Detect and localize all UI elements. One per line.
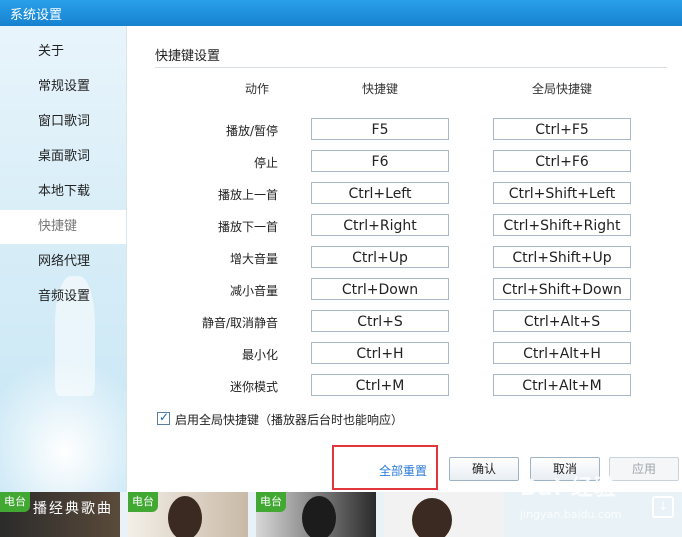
watermark-logo: Bai 经验 xyxy=(520,476,617,501)
row-label-stop: 停止 xyxy=(253,156,278,170)
radio-badge: 电台 xyxy=(128,492,158,512)
enable-global-hotkeys-label[interactable]: 启用全局快捷键（播放器后台时也能响应） xyxy=(175,411,403,428)
row-label-mute: 静音/取消静音 xyxy=(201,316,278,330)
sidebar-item-about[interactable]: 关于 xyxy=(0,35,126,69)
sidebar-item-window-lyrics[interactable]: 窗口歌词 xyxy=(0,105,126,139)
section-title: 快捷键设置 xyxy=(155,49,221,64)
title-bar[interactable]: 系统设置 xyxy=(0,0,682,26)
artist-photo xyxy=(302,496,336,537)
hotkey-field-volume-down[interactable]: Ctrl+Down xyxy=(311,278,449,300)
hotkey-field-minimize[interactable]: Ctrl+H xyxy=(311,342,449,364)
global-hotkey-field-next[interactable]: Ctrl+Shift+Right xyxy=(493,214,631,236)
artist-photo xyxy=(168,496,202,537)
row-label-minimize: 最小化 xyxy=(241,348,278,362)
station-tile[interactable]: 电台 播经典歌曲 xyxy=(0,492,120,537)
radio-badge: 电台 xyxy=(256,492,286,512)
hotkey-field-play-pause[interactable]: F5 xyxy=(311,118,449,140)
row-label-mini-mode: 迷你模式 xyxy=(229,380,278,394)
watermark-url: jingyan.baidu.com xyxy=(520,508,622,521)
global-hotkey-field-mini-mode[interactable]: Ctrl+Alt+M xyxy=(493,374,631,396)
settings-dialog: 关于 常规设置 窗口歌词 桌面歌词 本地下载 快捷键 网络代理 音频设置 快捷键… xyxy=(0,26,682,492)
checkmark-icon: ✓ xyxy=(159,410,170,424)
hotkey-field-mute[interactable]: Ctrl+S xyxy=(311,310,449,332)
settings-sidebar: 关于 常规设置 窗口歌词 桌面歌词 本地下载 快捷键 网络代理 音频设置 xyxy=(0,26,127,492)
shortcuts-panel: 快捷键设置 动作 快捷键 全局快捷键 播放/暂停 F5 Ctrl+F5 停止 F… xyxy=(127,26,682,492)
enable-global-hotkeys-checkbox[interactable]: ✓ xyxy=(157,410,170,425)
global-hotkey-field-play-pause[interactable]: Ctrl+F5 xyxy=(493,118,631,140)
global-hotkey-field-stop[interactable]: Ctrl+F6 xyxy=(493,150,631,172)
sidebar-item-desktop-lyrics[interactable]: 桌面歌词 xyxy=(0,140,126,174)
hotkey-field-mini-mode[interactable]: Ctrl+M xyxy=(311,374,449,396)
section-divider xyxy=(155,67,667,68)
hotkey-field-previous[interactable]: Ctrl+Left xyxy=(311,182,449,204)
row-label-next: 播放下一首 xyxy=(217,220,278,234)
window-title: 系统设置 xyxy=(10,8,63,23)
artist-photo xyxy=(412,498,452,537)
station-tile[interactable]: 电台 xyxy=(256,492,376,537)
station-tile-text: 播经典歌曲 xyxy=(33,501,113,517)
sidebar-item-proxy[interactable]: 网络代理 xyxy=(0,245,126,279)
sidebar-item-local-download[interactable]: 本地下载 xyxy=(0,175,126,209)
global-hotkey-field-mute[interactable]: Ctrl+Alt+S xyxy=(493,310,631,332)
radio-badge: 电台 xyxy=(0,492,30,512)
hotkey-field-volume-up[interactable]: Ctrl+Up xyxy=(311,246,449,268)
hotkey-field-next[interactable]: Ctrl+Right xyxy=(311,214,449,236)
sidebar-item-general[interactable]: 常规设置 xyxy=(0,70,126,104)
column-header-action: 动作 xyxy=(244,82,269,96)
station-tile[interactable]: 电台 xyxy=(128,492,248,537)
ok-button[interactable]: 确认 xyxy=(449,457,519,481)
global-hotkey-field-volume-up[interactable]: Ctrl+Shift+Up xyxy=(493,246,631,268)
row-label-previous: 播放上一首 xyxy=(217,188,278,202)
row-label-volume-up: 增大音量 xyxy=(229,252,278,266)
row-label-play-pause: 播放/暂停 xyxy=(225,124,278,138)
baidu-jingyan-watermark: Bai 经验 jingyan.baidu.com xyxy=(520,470,680,532)
global-hotkey-field-previous[interactable]: Ctrl+Shift+Left xyxy=(493,182,631,204)
column-header-hotkey: 快捷键 xyxy=(361,82,398,96)
hotkey-field-stop[interactable]: F6 xyxy=(311,150,449,172)
global-hotkey-field-minimize[interactable]: Ctrl+Alt+H xyxy=(493,342,631,364)
sidebar-item-shortcuts[interactable]: 快捷键 xyxy=(0,210,126,244)
global-hotkey-field-volume-down[interactable]: Ctrl+Shift+Down xyxy=(493,278,631,300)
station-tile[interactable] xyxy=(384,492,504,537)
reset-all-link[interactable]: 全部重置 xyxy=(379,462,427,479)
sidebar-item-audio[interactable]: 音频设置 xyxy=(0,280,126,314)
row-label-volume-down: 减小音量 xyxy=(229,284,278,298)
column-header-global: 全局快捷键 xyxy=(531,82,592,96)
